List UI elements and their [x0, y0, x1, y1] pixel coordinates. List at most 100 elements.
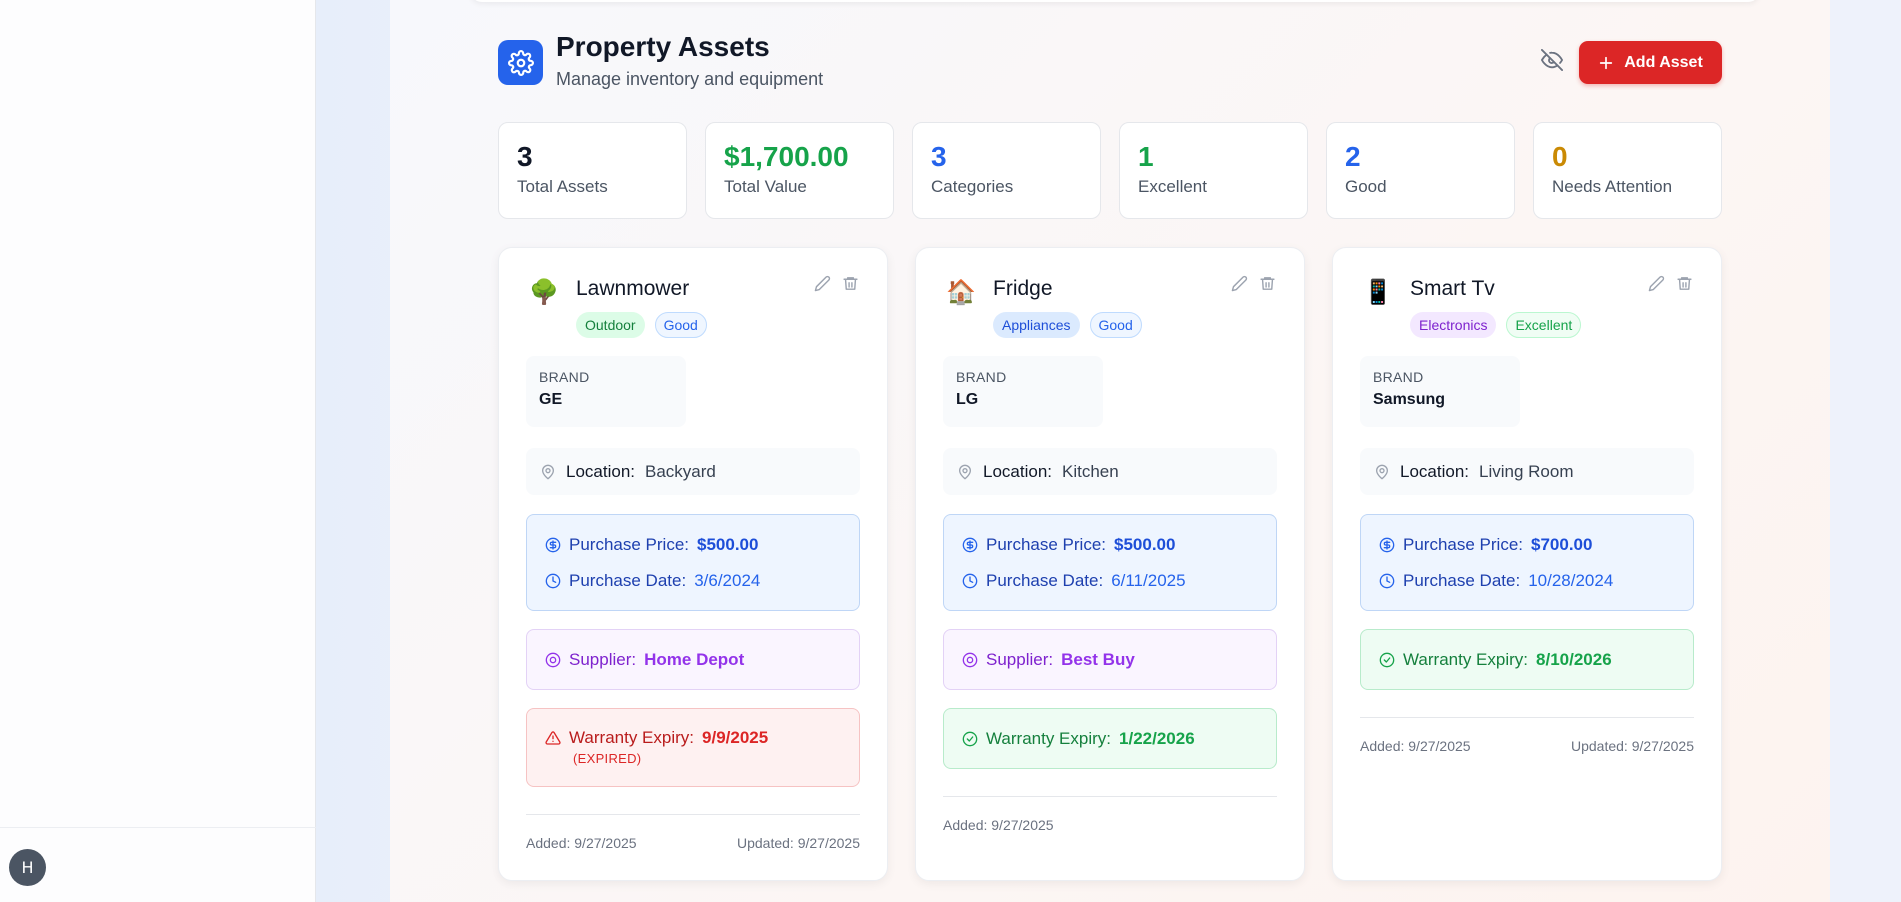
settings-gear-icon — [498, 40, 543, 85]
purchase-info: Purchase Price: $500.00 Purchase Date: 6… — [943, 514, 1277, 611]
condition-badge: Good — [654, 312, 707, 338]
edit-pencil-icon[interactable] — [813, 274, 831, 292]
sidebar-footer: H — [0, 827, 316, 902]
asset-name: Smart Tv — [1410, 277, 1495, 300]
condition-badge: Good — [1089, 312, 1142, 338]
delete-trash-icon[interactable] — [841, 274, 859, 292]
asset-card-fridge: 🏠 Fridge Appliances Good BRAND LG Locati… — [915, 247, 1305, 881]
purchase-date-value: 6/11/2025 — [1111, 571, 1186, 590]
stat-label: Categories — [931, 177, 1014, 196]
location-label: Location: — [1400, 461, 1469, 481]
edit-pencil-icon[interactable] — [1230, 274, 1248, 292]
check-circle-icon — [962, 731, 978, 746]
delete-trash-icon[interactable] — [1258, 274, 1276, 292]
stat-label: Total Assets — [517, 177, 608, 196]
divider — [526, 814, 860, 815]
purchase-price-value: $500.00 — [1114, 535, 1176, 554]
stat-label: Excellent — [1138, 177, 1207, 196]
supplier-value: Home Depot — [644, 649, 745, 669]
location-value: Living Room — [1479, 461, 1574, 481]
supplier-icon — [962, 652, 978, 667]
stat-value: 0 — [1552, 141, 1568, 172]
plus-icon — [1600, 56, 1613, 69]
map-pin-icon — [1376, 464, 1388, 479]
purchase-date-label: Purchase Date: — [569, 571, 687, 590]
brand-box: BRAND GE — [526, 356, 686, 427]
divider — [943, 796, 1277, 797]
purchase-date-label: Purchase Date: — [1403, 571, 1521, 590]
brand-box: BRAND LG — [943, 356, 1103, 427]
brand-label: BRAND — [956, 369, 1007, 385]
edit-pencil-icon[interactable] — [1647, 274, 1665, 292]
stat-label: Total Value — [724, 177, 807, 196]
purchase-date-row: Purchase Date: 10/28/2024 — [1379, 563, 1675, 599]
page-title: Property Assets — [556, 31, 770, 62]
stat-categories: 3 Categories — [912, 122, 1101, 219]
added-date: Added: 9/27/2025 — [1360, 738, 1471, 754]
card-actions — [1647, 274, 1693, 292]
asset-tags: Outdoor Good — [576, 312, 707, 338]
purchase-info: Purchase Price: $700.00 Purchase Date: 1… — [1360, 514, 1694, 611]
purchase-date-value: 10/28/2024 — [1528, 571, 1614, 590]
avatar[interactable]: H — [9, 849, 46, 886]
stat-label: Good — [1345, 177, 1387, 196]
map-pin-icon — [542, 464, 554, 479]
purchase-price-label: Purchase Price: — [569, 535, 689, 554]
purchase-date-label: Purchase Date: — [986, 571, 1104, 590]
stat-label: Needs Attention — [1552, 177, 1673, 196]
page-subtitle: Manage inventory and equipment — [556, 69, 824, 89]
purchase-date-row: Purchase Date: 3/6/2024 — [545, 563, 841, 599]
added-date: Added: 9/27/2025 — [526, 835, 637, 851]
supplier-icon — [545, 652, 561, 667]
asset-name: Lawnmower — [576, 277, 690, 300]
location-value: Backyard — [645, 461, 716, 481]
supplier-row: Supplier: Best Buy — [943, 629, 1277, 690]
stat-good: 2 Good — [1326, 122, 1515, 219]
expired-note: (EXPIRED) — [573, 751, 642, 766]
stat-value: 2 — [1345, 141, 1361, 172]
brand-label: BRAND — [539, 369, 590, 385]
card-actions — [1230, 274, 1276, 292]
purchase-price-value: $700.00 — [1531, 535, 1593, 554]
purchase-date-value: 3/6/2024 — [694, 571, 761, 590]
delete-trash-icon[interactable] — [1675, 274, 1693, 292]
location-row: Location: Kitchen — [943, 448, 1277, 495]
purchase-price-value: $500.00 — [697, 535, 759, 554]
asset-tags: Electronics Excellent — [1410, 312, 1582, 338]
dollar-circle-icon — [545, 537, 561, 553]
category-badge: Outdoor — [576, 312, 645, 338]
dollar-circle-icon — [1379, 537, 1395, 553]
purchase-price-row: Purchase Price: $500.00 — [545, 527, 841, 563]
stat-value: 3 — [931, 141, 947, 172]
location-row: Location: Living Room — [1360, 448, 1694, 495]
purchase-price-row: Purchase Price: $700.00 — [1379, 527, 1675, 563]
category-badge: Electronics — [1410, 312, 1497, 338]
stat-needs-attention: 0 Needs Attention — [1533, 122, 1722, 219]
add-asset-label: Add Asset — [1624, 53, 1703, 71]
asset-tags: Appliances Good — [993, 312, 1142, 338]
warranty-value: 1/22/2026 — [1119, 728, 1195, 748]
warranty-label: Warranty Expiry: — [569, 728, 695, 747]
clock-icon — [545, 573, 561, 589]
supplier-value: Best Buy — [1061, 649, 1135, 669]
supplier-label: Supplier: — [986, 649, 1054, 669]
brand-value: LG — [956, 391, 979, 408]
stat-total-value: $1,700.00 Total Value — [705, 122, 894, 219]
warranty-row: Warranty Expiry: 1/22/2026 — [943, 708, 1277, 769]
stat-excellent: 1 Excellent — [1119, 122, 1308, 219]
brand-value: GE — [539, 391, 563, 408]
supplier-label: Supplier: — [569, 649, 637, 669]
warranty-label: Warranty Expiry: — [986, 728, 1112, 748]
warning-triangle-icon — [545, 731, 561, 745]
asset-name: Fridge — [993, 277, 1053, 300]
stat-value: 1 — [1138, 141, 1154, 172]
warranty-row: Warranty Expiry: 8/10/2026 — [1360, 629, 1694, 690]
updated-date: Updated: 9/27/2025 — [1570, 738, 1694, 754]
warranty-label: Warranty Expiry: — [1403, 649, 1529, 669]
clock-icon — [1379, 573, 1395, 589]
brand-box: BRAND Samsung — [1360, 356, 1520, 427]
house-icon: 🏠 — [946, 278, 976, 306]
hide-values-eye-off-icon[interactable] — [1540, 48, 1564, 72]
brand-label: BRAND — [1373, 369, 1424, 385]
add-asset-button[interactable]: Add Asset — [1579, 41, 1722, 84]
